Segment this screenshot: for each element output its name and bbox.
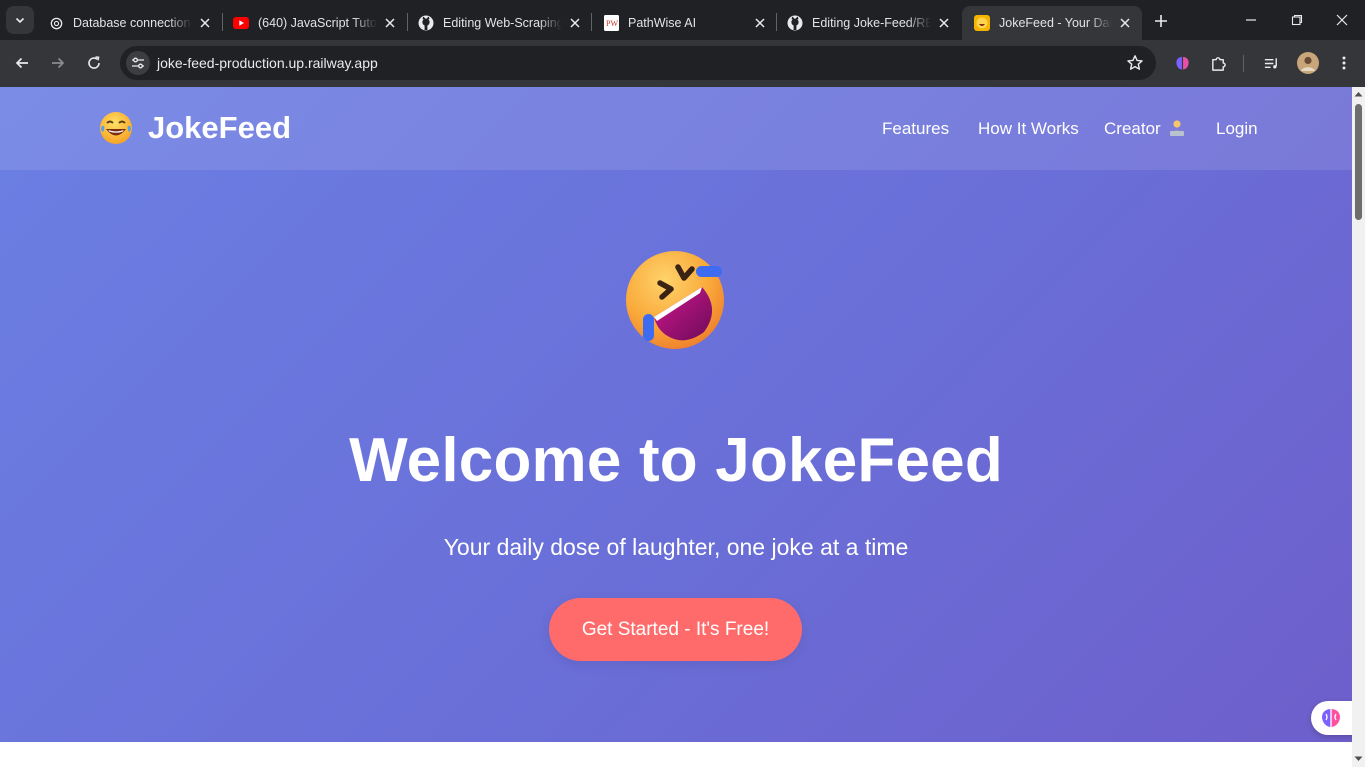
nav-link-login[interactable]: Login — [1216, 119, 1258, 139]
scrollbar-thumb[interactable] — [1355, 104, 1362, 220]
browser-menu-button[interactable] — [1330, 49, 1358, 77]
browser-tab[interactable]: (640) JavaScript Tutor — [221, 6, 407, 40]
close-tab-icon[interactable] — [566, 14, 584, 32]
tab-search-button[interactable] — [6, 6, 34, 34]
plus-icon — [1155, 15, 1167, 27]
tune-icon — [132, 57, 144, 69]
close-tab-icon[interactable] — [751, 14, 769, 32]
tab-title: Editing Joke-Feed/RE — [812, 16, 931, 30]
github-icon — [787, 15, 803, 31]
restore-button[interactable] — [1274, 0, 1320, 40]
hero-title: Welcome to JokeFeed — [349, 426, 1003, 495]
openai-icon — [48, 15, 64, 31]
extension-brain-button[interactable] — [1168, 49, 1196, 77]
brand-logo[interactable]: JokeFeed — [98, 110, 291, 146]
hero-section: JokeFeed Features How It Works Creator L… — [0, 87, 1352, 742]
avatar-icon — [1297, 52, 1319, 74]
back-button[interactable] — [8, 49, 36, 77]
page-viewport: JokeFeed Features How It Works Creator L… — [0, 87, 1352, 767]
browser-tab-active[interactable]: JokeFeed - Your Daily — [962, 6, 1142, 40]
playlist-icon — [1264, 57, 1277, 69]
browser-tab[interactable]: Editing Joke-Feed/RE — [775, 6, 961, 40]
arrow-left-icon — [15, 57, 28, 69]
chevron-down-icon — [15, 17, 25, 24]
brain-icon — [1175, 56, 1189, 70]
browser-tab[interactable]: Database connection — [36, 6, 222, 40]
site-navbar: JokeFeed Features How It Works Creator L… — [0, 87, 1352, 170]
rolling-on-floor-laughing-icon — [626, 251, 724, 349]
close-tab-icon[interactable] — [381, 14, 399, 32]
restore-icon — [1291, 14, 1303, 26]
more-vertical-icon — [1342, 56, 1346, 70]
extensions-button[interactable] — [1204, 49, 1232, 77]
scroll-down-arrow-icon[interactable] — [1352, 754, 1365, 764]
puzzle-icon — [1211, 56, 1226, 71]
tab-title: Database connection — [73, 16, 191, 30]
browser-tab[interactable]: PW PathWise AI — [591, 6, 777, 40]
nav-link-how-it-works[interactable]: How It Works — [978, 119, 1079, 139]
tab-title: PathWise AI — [628, 16, 697, 30]
nav-link-creator-label: Creator — [1104, 119, 1161, 138]
profile-avatar[interactable] — [1294, 49, 1322, 77]
arrow-right-icon — [52, 57, 65, 69]
laughing-emoji-icon — [974, 15, 990, 31]
bookmark-star-icon[interactable] — [1126, 54, 1144, 72]
minimize-icon — [1246, 19, 1256, 21]
floating-assistant-widget[interactable] — [1311, 701, 1352, 735]
get-started-button[interactable]: Get Started - It's Free! — [549, 598, 802, 661]
close-tab-icon[interactable] — [1116, 14, 1134, 32]
nav-link-creator[interactable]: Creator — [1104, 119, 1187, 139]
close-tab-icon[interactable] — [196, 14, 214, 32]
url-text: joke-feed-production.up.railway.app — [157, 55, 378, 71]
tab-title: (640) JavaScript Tutor — [258, 16, 377, 30]
new-tab-button[interactable] — [1151, 11, 1171, 31]
close-window-button[interactable] — [1319, 0, 1365, 40]
reload-button[interactable] — [80, 49, 108, 77]
toolbar-divider — [1243, 55, 1244, 72]
site-info-button[interactable] — [126, 51, 150, 75]
youtube-icon — [233, 15, 249, 31]
address-bar[interactable]: joke-feed-production.up.railway.app — [120, 46, 1156, 80]
minimize-button[interactable] — [1228, 0, 1274, 40]
forward-button[interactable] — [44, 49, 72, 77]
close-tab-icon[interactable] — [935, 14, 953, 32]
media-controls-button[interactable] — [1257, 49, 1285, 77]
reload-icon — [88, 56, 100, 69]
tab-title: Editing Web-Scraping — [443, 16, 562, 30]
page-scrollbar[interactable] — [1352, 87, 1365, 767]
pathwise-favicon-text: PW — [606, 19, 618, 28]
browser-tab-strip: Database connection (640) JavaScript Tut… — [0, 0, 1365, 40]
browser-toolbar: joke-feed-production.up.railway.app — [0, 40, 1365, 87]
close-icon — [1336, 14, 1348, 26]
browser-tab[interactable]: Editing Web-Scraping — [406, 6, 592, 40]
brain-icon — [1322, 709, 1340, 727]
tab-title: JokeFeed - Your Daily — [999, 16, 1112, 30]
brand-name: JokeFeed — [148, 110, 292, 145]
tears-of-joy-icon — [100, 112, 132, 144]
nav-link-features[interactable]: Features — [882, 119, 949, 139]
github-icon — [418, 15, 434, 31]
technologist-icon — [1169, 120, 1184, 136]
scroll-up-arrow-icon[interactable] — [1352, 89, 1365, 99]
hero-subtitle: Your daily dose of laughter, one joke at… — [443, 534, 909, 560]
pathwise-icon: PW — [603, 15, 619, 31]
